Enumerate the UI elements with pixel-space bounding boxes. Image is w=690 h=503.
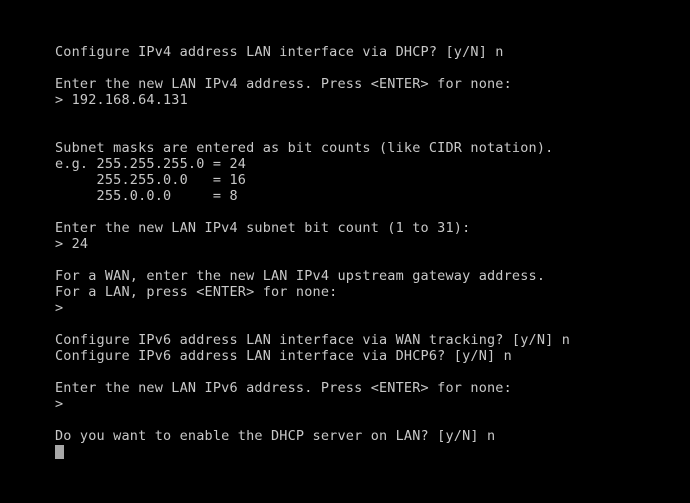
console-line-subnet-info: Subnet masks are entered as bit counts (… bbox=[55, 140, 554, 156]
console-line-ipv6-dhcp6-prompt: Configure IPv6 address LAN interface via… bbox=[55, 348, 512, 364]
console-line-gateway-prompt-lan: For a LAN, press <ENTER> for none: bbox=[55, 284, 338, 300]
console-line-subnet-example-8: 255.0.0.0 = 8 bbox=[55, 188, 238, 204]
console-line-dhcp-server-prompt: Do you want to enable the DHCP server on… bbox=[55, 428, 690, 459]
console-line-subnet-example-16: 255.255.0.0 = 16 bbox=[55, 172, 247, 188]
console-line-gateway-input: > bbox=[55, 300, 64, 316]
console-line-subnet-example-24: e.g. 255.255.255.0 = 24 bbox=[55, 156, 247, 172]
console-line-ipv4-address-input: > 192.168.64.131 bbox=[55, 92, 188, 108]
dhcp-server-prompt-text: Do you want to enable the DHCP server on… bbox=[55, 428, 496, 444]
console-line-ipv6-address-input: > bbox=[55, 396, 64, 412]
console-line-subnet-bits-prompt: Enter the new LAN IPv4 subnet bit count … bbox=[55, 220, 471, 236]
console-line-ipv6-wan-tracking-prompt: Configure IPv6 address LAN interface via… bbox=[55, 332, 571, 348]
terminal-console[interactable]: Configure IPv4 address LAN interface via… bbox=[0, 0, 690, 503]
console-line-ipv4-address-prompt: Enter the new LAN IPv4 address. Press <E… bbox=[55, 76, 512, 92]
console-line-ipv6-address-prompt: Enter the new LAN IPv6 address. Press <E… bbox=[55, 380, 512, 396]
console-line-gateway-prompt-wan: For a WAN, enter the new LAN IPv4 upstre… bbox=[55, 268, 546, 284]
text-cursor bbox=[55, 445, 64, 459]
console-line-ipv4-dhcp-prompt: Configure IPv4 address LAN interface via… bbox=[55, 44, 504, 60]
console-line-subnet-bits-input: > 24 bbox=[55, 236, 89, 252]
